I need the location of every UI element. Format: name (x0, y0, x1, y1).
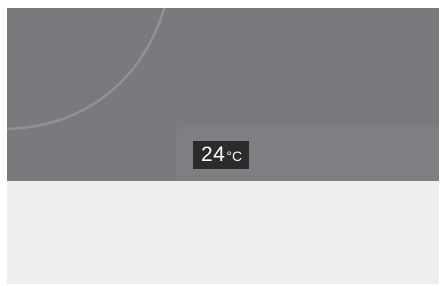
temperature-unit: °C (226, 148, 243, 164)
display-screen: 24 °C (7, 8, 439, 181)
blank-area (7, 181, 439, 284)
temperature-value: 24 (201, 143, 226, 166)
temperature-readout: 24 °C (193, 141, 250, 169)
screenshot-frame: 24 °C (7, 8, 439, 284)
